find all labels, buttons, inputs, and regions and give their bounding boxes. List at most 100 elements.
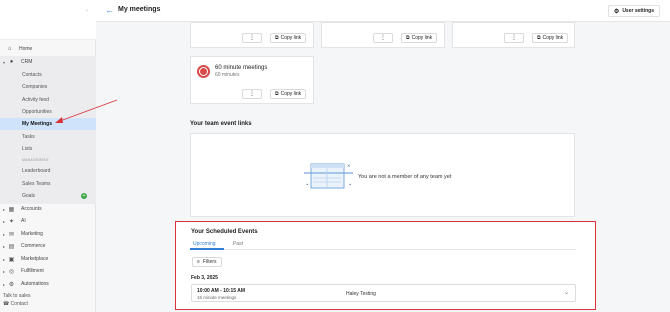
copy-link-label: Copy link [542, 35, 564, 41]
tab-upcoming[interactable]: Upcoming [193, 241, 216, 247]
team-section-title: Your team event links [190, 121, 252, 127]
sidebar: ‹ ⌂ Home ▾ ● CRM Contacts Companies Acti… [0, 0, 96, 312]
chevron-down-icon[interactable]: ⌄ [564, 289, 569, 296]
meeting-card-60-min: 60 minute meetings 60 minutes ⋮ ⧉ Copy li… [190, 56, 314, 104]
card-menu-button[interactable]: ⋮ [242, 89, 262, 99]
copy-link-button[interactable]: ⧉ Copy link [401, 33, 438, 43]
sidebar-item-accounts[interactable]: ▸ ▦ Accounts [0, 203, 96, 215]
tab-divider [190, 249, 576, 250]
scheduled-events-title: Your Scheduled Events [191, 229, 258, 235]
event-time: 10:00 AM - 10:15 AM [197, 288, 245, 294]
tab-past[interactable]: Past [233, 241, 243, 247]
add-goal-icon[interactable]: + [81, 193, 87, 199]
sidebar-item-label: Activity feed [22, 97, 49, 103]
copy-link-label: Copy link [280, 35, 302, 41]
sidebar-item-my-meetings[interactable]: My Meetings [0, 118, 96, 130]
commerce-icon: ▤ [8, 243, 15, 250]
svg-text:•: • [349, 182, 351, 187]
sidebar-item-label: My Meetings [22, 121, 53, 127]
sidebar-section-management: MANAGEMENT [22, 158, 50, 162]
sidebar-item-ai[interactable]: ▸ ✦ AI [0, 215, 96, 227]
event-row[interactable]: 10:00 AM - 10:15 AM 15 minute meetings H… [191, 284, 576, 302]
sidebar-item-activity-feed[interactable]: Activity feed [0, 94, 96, 106]
chat-icon: ☎ [3, 301, 11, 307]
card-title: 60 minute meetings [215, 65, 268, 71]
sidebar-item-marketing[interactable]: ▸ ✉ Marketing [0, 228, 96, 240]
copy-link-button[interactable]: ⧉ Copy link [270, 89, 307, 99]
back-arrow-icon[interactable]: ← [105, 5, 114, 15]
sidebar-item-label: Marketplace [21, 256, 49, 262]
sidebar-item-label: CRM [21, 59, 33, 65]
automations-icon: ⚙ [8, 281, 15, 288]
event-date-heading: Feb 3, 2025 [191, 275, 218, 281]
card-menu-button[interactable]: ⋮ [504, 33, 524, 43]
card-subtitle: 60 minutes [215, 72, 240, 78]
sidebar-logo-area: ‹ [0, 0, 96, 40]
user-settings-button[interactable]: ⚙ User settings [607, 5, 660, 17]
crm-icon: ● [9, 59, 14, 65]
contact-label: Contact [10, 301, 28, 307]
sidebar-item-leaderboard[interactable]: Leaderboard [0, 165, 96, 177]
filters-label: Filters [202, 259, 217, 265]
empty-calendar-illustration: × • • [304, 163, 353, 189]
clock-icon [197, 65, 210, 78]
sidebar-item-label: Automations [21, 281, 49, 287]
active-tab-indicator [190, 248, 224, 250]
team-empty-state: × • • You are not a member of any team y… [190, 133, 575, 217]
sidebar-item-label: Sales Teams [22, 181, 51, 187]
card-menu-button[interactable]: ⋮ [373, 33, 393, 43]
sidebar-item-label: Commerce [21, 243, 46, 249]
filters-button[interactable]: ≡ Filters [192, 257, 222, 267]
copy-icon: ⧉ [537, 35, 541, 41]
collapse-sidebar-icon[interactable]: ‹ [86, 8, 88, 14]
talk-to-sales-link[interactable]: Talk to sales [3, 293, 31, 299]
sidebar-item-automations[interactable]: ▸ ⚙ Automations [0, 278, 96, 290]
sidebar-item-commerce[interactable]: ▸ ▤ Commerce [0, 240, 96, 252]
ai-icon: ✦ [8, 218, 15, 225]
sidebar-item-contacts[interactable]: Contacts [0, 69, 96, 81]
marketing-icon: ✉ [8, 231, 15, 238]
copy-link-button[interactable]: ⧉ Copy link [270, 33, 307, 43]
sidebar-item-crm[interactable]: ▾ ● CRM [0, 56, 96, 68]
sidebar-item-lists[interactable]: Lists [0, 143, 96, 155]
home-icon: ⌂ [7, 46, 12, 52]
copy-link-button[interactable]: ⧉ Copy link [532, 33, 569, 43]
sidebar-item-label: Contacts [22, 72, 42, 78]
event-type: 15 minute meetings [197, 295, 237, 300]
copy-icon: ⧉ [275, 91, 279, 97]
sidebar-item-label: Marketing [21, 231, 43, 237]
sidebar-item-label: Goals [22, 193, 36, 199]
copy-link-label: Copy link [280, 91, 302, 97]
card-menu-button[interactable]: ⋮ [242, 33, 262, 43]
copy-icon: ⧉ [275, 35, 279, 41]
sidebar-item-tasks[interactable]: Tasks [0, 131, 96, 143]
sidebar-item-label: AI [21, 218, 26, 224]
sidebar-item-home[interactable]: ⌂ Home [0, 43, 96, 55]
meeting-card: ⋮ ⧉ Copy link [452, 22, 575, 48]
sidebar-item-label: Lists [22, 146, 33, 152]
gear-icon: ⚙ [613, 8, 620, 15]
copy-link-label: Copy link [411, 35, 433, 41]
accounts-icon: ▦ [8, 206, 15, 213]
copy-icon: ⧉ [406, 35, 410, 41]
scheduled-events-panel: Your Scheduled Events Upcoming Past ≡ Fi… [175, 221, 596, 310]
sidebar-item-marketplace[interactable]: ▸ ▣ Marketplace [0, 253, 96, 265]
marketplace-icon: ▣ [8, 256, 15, 263]
sidebar-item-companies[interactable]: Companies [0, 81, 96, 93]
sidebar-item-opportunities[interactable]: Opportunities [0, 106, 96, 118]
top-header: ← My meetings ⚙ User settings [96, 0, 670, 22]
filter-icon: ≡ [197, 259, 200, 265]
contact-link[interactable]: ☎ Contact [3, 301, 28, 307]
user-settings-label: User settings [622, 8, 654, 14]
sidebar-item-label: Tasks [22, 134, 35, 140]
sidebar-item-sales-teams[interactable]: Sales Teams [0, 178, 96, 190]
sidebar-item-fulfillment[interactable]: ▸ ◎ Fulfillment [0, 265, 96, 277]
sidebar-item-label: Home [19, 46, 33, 52]
fulfillment-icon: ◎ [8, 268, 15, 275]
meeting-card: ⋮ ⧉ Copy link [190, 22, 314, 48]
page-title: My meetings [118, 6, 161, 13]
sidebar-item-label: Opportunities [22, 109, 52, 115]
event-invitee: Haley Testing [346, 291, 376, 297]
team-empty-message: You are not a member of any team yet [358, 174, 452, 180]
svg-text:•: • [306, 182, 308, 187]
